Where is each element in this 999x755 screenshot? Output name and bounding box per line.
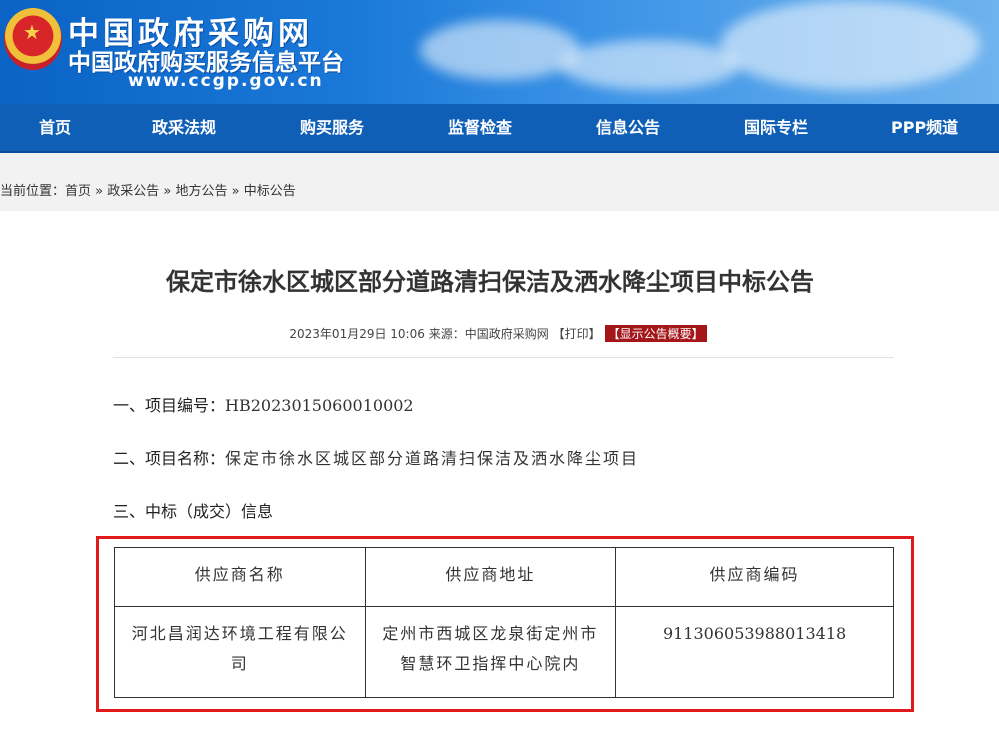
source-label: 来源： (428, 327, 465, 341)
nav-item-home[interactable]: 首页 (39, 104, 71, 151)
nav-item-purchase-services[interactable]: 购买服务 (300, 104, 364, 151)
header-supplier-address: 供应商地址 (364, 547, 617, 607)
nav-item-supervision[interactable]: 监督检查 (448, 104, 512, 151)
project-number: HB2023015060010002 (225, 396, 414, 415)
national-emblem-icon: ★ (4, 8, 62, 70)
nav-item-announcements[interactable]: 信息公告 (596, 104, 660, 151)
nav-item-regulations[interactable]: 政采法规 (152, 104, 216, 151)
show-summary-button[interactable]: 【显示公告概要】 (604, 325, 707, 342)
table-header-row: 供应商名称 供应商地址 供应商编码 (114, 547, 894, 607)
breadcrumb-procurement[interactable]: 政采公告 (107, 184, 159, 199)
breadcrumb-local[interactable]: 地方公告 (175, 184, 227, 199)
site-header: ★ 中国政府采购网 中国政府购买服务信息平台 www.ccgp.gov.cn (0, 0, 999, 104)
breadcrumb: 当前位置：首页 » 政采公告 » 地方公告 » 中标公告 (0, 153, 999, 211)
cell-supplier-address: 定州市西城区龙泉街定州市智慧环卫指挥中心院内 (364, 606, 617, 698)
table-row: 河北昌润达环境工程有限公司 定州市西城区龙泉街定州市智慧环卫指挥中心院内 911… (114, 606, 894, 698)
nav-item-international[interactable]: 国际专栏 (744, 104, 808, 151)
project-name: 保定市徐水区城区部分道路清扫保洁及洒水降尘项目 (225, 449, 640, 468)
divider (113, 357, 894, 358)
breadcrumb-separator: » (159, 184, 176, 199)
winner-table: 供应商名称 供应商地址 供应商编码 河北昌润达环境工程有限公司 定州市西城区龙泉… (114, 547, 894, 698)
nav-item-ppp[interactable]: PPP频道 (891, 104, 958, 151)
section-project-name: 二、项目名称：保定市徐水区城区部分道路清扫保洁及洒水降尘项目 (113, 445, 639, 469)
cell-supplier-code: 911306053988013418 (615, 606, 894, 698)
cloud-decoration (720, 0, 980, 90)
breadcrumb-home[interactable]: 首页 (65, 184, 91, 199)
article-source: 中国政府采购网 (464, 327, 549, 341)
section-project-number: 一、项目编号：HB2023015060010002 (113, 392, 414, 416)
main-nav: 首页 政采法规 购买服务 监督检查 信息公告 国际专栏 PPP频道 (0, 104, 999, 153)
breadcrumb-winning[interactable]: 中标公告 (244, 184, 296, 199)
cell-supplier-name: 河北昌润达环境工程有限公司 (114, 606, 366, 698)
article-meta: 2023年01月29日 10:06 来源：中国政府采购网 【打印】 【显示公告概要… (0, 325, 996, 342)
site-url: www.ccgp.gov.cn (128, 71, 324, 91)
section-label: 一、项目编号： (113, 396, 226, 415)
header-supplier-name: 供应商名称 (114, 547, 366, 607)
article-date: 2023年01月29日 10:06 (289, 327, 425, 341)
breadcrumb-prefix: 当前位置： (0, 184, 66, 199)
breadcrumb-separator: » (91, 184, 108, 199)
star-icon: ★ (23, 20, 41, 44)
section-winning-info: 三、中标（成交）信息 (113, 502, 274, 521)
article-title: 保定市徐水区城区部分道路清扫保洁及洒水降尘项目中标公告 (166, 268, 814, 296)
breadcrumb-separator: » (227, 184, 244, 199)
print-link[interactable]: 【打印】 (553, 327, 601, 341)
cloud-decoration (560, 40, 740, 90)
cloud-decoration (420, 20, 580, 80)
header-supplier-code: 供应商编码 (615, 547, 894, 607)
section-label: 二、项目名称： (113, 449, 226, 468)
